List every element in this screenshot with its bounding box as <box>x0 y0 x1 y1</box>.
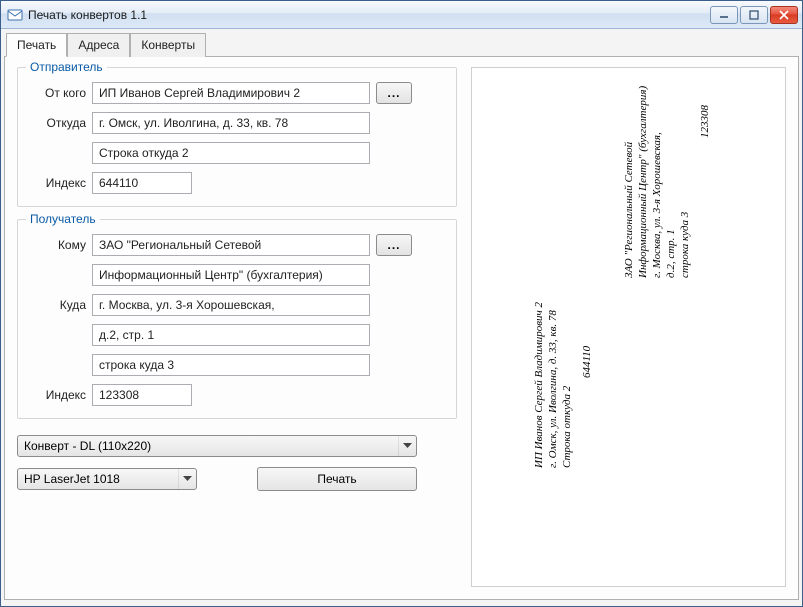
envelope-app-icon <box>7 7 23 23</box>
sender-addr2-input[interactable] <box>92 142 370 164</box>
form-column: Отправитель От кого ... Откуда <box>17 67 457 587</box>
client-area: Печать Адреса Конверты Отправитель От ко… <box>1 29 802 606</box>
recipient-addr3-input[interactable] <box>92 354 370 376</box>
window-buttons <box>710 6 798 24</box>
recipient-select-button[interactable]: ... <box>376 234 412 256</box>
preview-sender-line3: Строка откуда 2 <box>560 386 575 468</box>
close-button[interactable] <box>770 6 798 24</box>
preview-recipient-line4: д.2, стр. 1 <box>664 229 679 278</box>
sender-index-input[interactable] <box>92 172 192 194</box>
recipient-addr2-input[interactable] <box>92 324 370 346</box>
recipient-to2-input[interactable] <box>92 264 370 286</box>
sender-from-label: От кого <box>30 86 86 100</box>
tabstrip: Печать Адреса Конверты <box>4 32 799 57</box>
window-title: Печать конвертов 1.1 <box>28 8 710 22</box>
recipient-addr-label: Куда <box>30 298 86 312</box>
tabpage-print: Отправитель От кого ... Откуда <box>4 57 799 600</box>
recipient-group: Получатель Кому ... Куда <box>17 219 457 419</box>
titlebar: Печать конвертов 1.1 <box>1 1 802 29</box>
recipient-index-label: Индекс <box>30 388 86 402</box>
recipient-addr1-input[interactable] <box>92 294 370 316</box>
envelope-combo[interactable]: Конверт - DL (110x220) <box>17 435 417 457</box>
bottom-controls: Конверт - DL (110x220) HP LaserJet 1018 <box>17 435 457 491</box>
recipient-legend: Получатель <box>26 212 100 226</box>
envelope-combo-value: Конверт - DL (110x220) <box>24 439 398 453</box>
printer-combo-value: HP LaserJet 1018 <box>24 472 178 486</box>
chevron-down-icon <box>178 469 196 489</box>
preview-sender-line2: г. Омск, ул. Иволгина, д. 33, кв. 78 <box>546 310 561 468</box>
recipient-index-input[interactable] <box>92 384 192 406</box>
preview-recipient-line3: г. Москва, ул. 3-я Хорошевская, <box>650 132 665 278</box>
app-window: Печать конвертов 1.1 Печать Адреса Конве… <box>0 0 803 607</box>
preview-sender-line1: ИП Иванов Сергей Владимирович 2 <box>532 302 547 468</box>
sender-addr1-input[interactable] <box>92 112 370 134</box>
preview-recipient-index: 123308 <box>698 105 713 138</box>
sender-group: Отправитель От кого ... Откуда <box>17 67 457 207</box>
minimize-button[interactable] <box>710 6 738 24</box>
tab-print[interactable]: Печать <box>6 33 67 57</box>
sender-addr-label: Откуда <box>30 116 86 130</box>
printer-combo[interactable]: HP LaserJet 1018 <box>17 468 197 490</box>
preview-recipient-line5: строка куда 3 <box>678 212 693 278</box>
preview-recipient-line2: Информационный Центр" (бухгалтерия) <box>636 86 651 278</box>
sender-from-input[interactable] <box>92 82 370 104</box>
print-button[interactable]: Печать <box>257 467 417 491</box>
tab-addresses[interactable]: Адреса <box>67 33 130 57</box>
preview-recipient-line1: ЗАО "Региональный Сетевой <box>622 142 637 278</box>
envelope-preview: ИП Иванов Сергей Владимирович 2 г. Омск,… <box>471 67 786 587</box>
sender-legend: Отправитель <box>26 60 107 74</box>
sender-index-label: Индекс <box>30 176 86 190</box>
recipient-to-label: Кому <box>30 238 86 252</box>
tab-envelopes[interactable]: Конверты <box>130 33 206 57</box>
recipient-to1-input[interactable] <box>92 234 370 256</box>
chevron-down-icon <box>398 436 416 456</box>
sender-select-button[interactable]: ... <box>376 82 412 104</box>
maximize-button[interactable] <box>740 6 768 24</box>
preview-sender-index: 644110 <box>580 346 595 378</box>
